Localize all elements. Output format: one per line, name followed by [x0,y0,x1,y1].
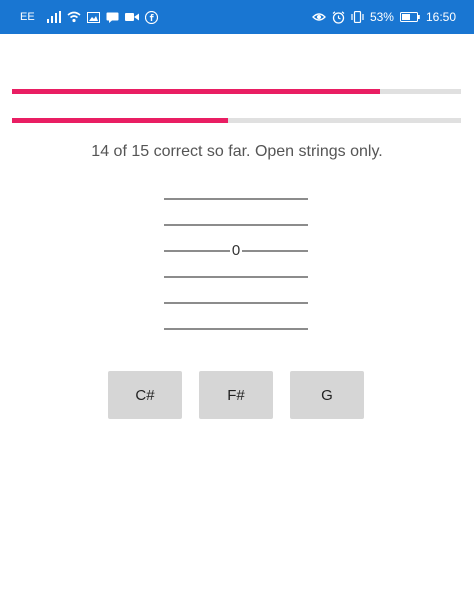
overall-progress-bar [12,89,461,94]
fret-number: 0 [164,242,308,259]
eye-icon [312,12,326,22]
signal-icon [46,11,61,23]
carrier-label: EE [20,11,35,23]
battery-icon [399,12,420,22]
overall-progress-fill [12,89,381,94]
answer-buttons: C# F# G [108,371,368,419]
wifi-icon [67,11,81,23]
score-status-text: 14 of 15 correct so far. Open strings on… [91,143,383,160]
app-root: EE 53% 16:50 14 of 15 correct so far. Op… [0,0,474,590]
vibrate-icon [351,11,364,23]
tab-string-line [164,198,308,200]
message-icon [106,12,119,23]
status-bar: EE 53% 16:50 [0,0,474,34]
image-icon [86,11,100,23]
tab-string-line [164,276,308,278]
secondary-progress-bar [12,118,461,123]
tab-staff: 0 [164,186,308,336]
status-bar-left: EE [20,0,158,34]
video-icon [124,12,139,22]
facebook-icon [144,10,158,24]
answer-button[interactable]: C# [108,371,182,419]
secondary-progress-fill [12,118,228,123]
alarm-icon [332,10,345,24]
fret-number-label: 0 [229,242,243,259]
answer-button[interactable]: G [290,371,364,419]
status-bar-right: 53% 16:50 [312,0,456,34]
tab-string-line [164,328,308,330]
clock: 16:50 [425,10,456,24]
tab-string-line [164,302,308,304]
answer-button[interactable]: F# [199,371,273,419]
battery-percent: 53% [369,10,394,24]
tab-string-line [164,224,308,226]
